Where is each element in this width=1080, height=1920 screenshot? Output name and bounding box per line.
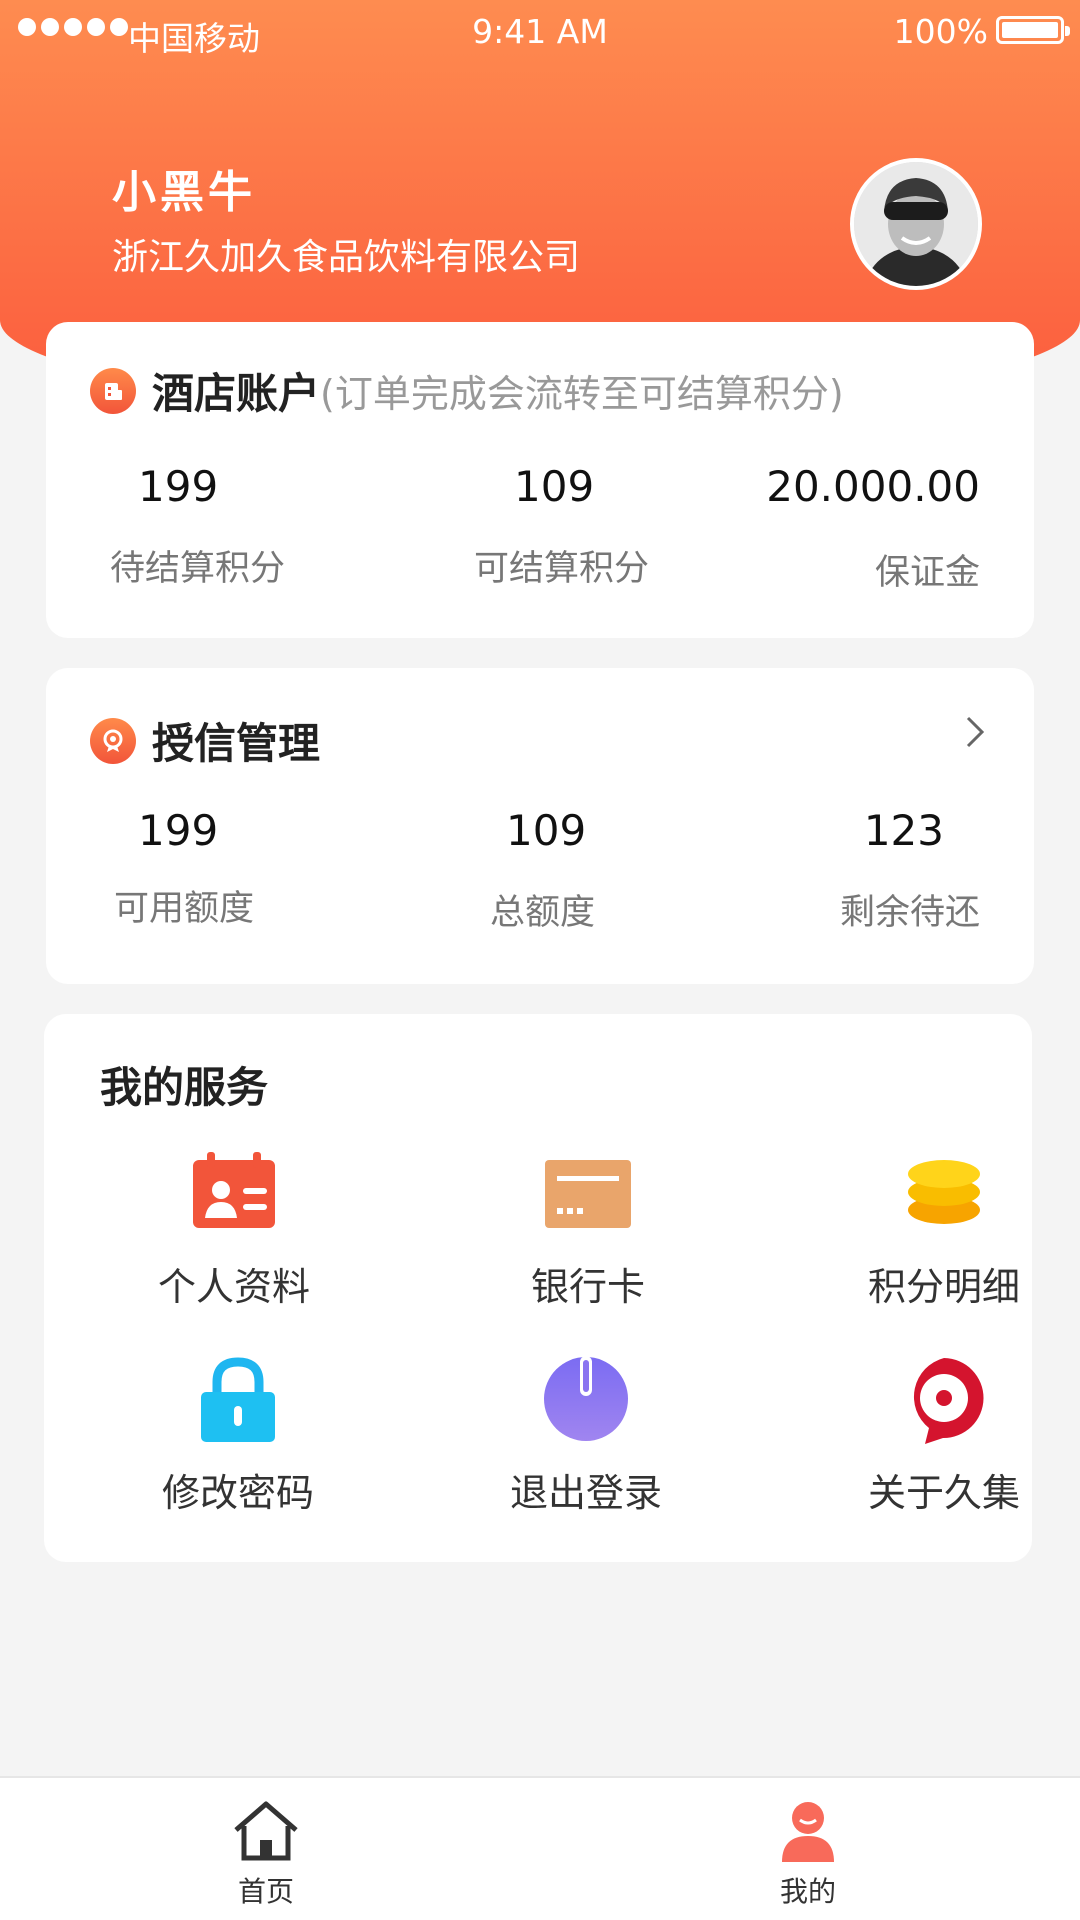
service-change-password-label: 修改密码 — [161, 1471, 314, 1515]
service-points-detail-label: 积分明细 — [867, 1265, 1020, 1309]
total-credit-label: 总额度 — [490, 893, 596, 933]
service-bank-card[interactable]: 银行卡 — [458, 1148, 718, 1311]
hotel-account-header: 酒店账户 (订单完成会流转至可结算积分) — [90, 360, 844, 421]
hotel-account-subtitle: (订单完成会流转至可结算积分) — [320, 372, 844, 416]
total-credit-value: 109 — [506, 806, 587, 855]
service-profile-label: 个人资料 — [157, 1265, 310, 1309]
service-change-password[interactable]: 修改密码 — [108, 1354, 368, 1517]
tab-home-label: 首页 — [237, 1875, 294, 1908]
service-about-label: 关于久集 — [867, 1471, 1020, 1515]
service-points-detail[interactable]: 积分明细 — [814, 1148, 1074, 1311]
tab-mine[interactable]: 我的 — [708, 1798, 908, 1910]
chevron-right-icon[interactable] — [964, 714, 986, 754]
badge-icon — [90, 717, 136, 764]
user-icon — [772, 1798, 844, 1864]
avatar-photo — [854, 162, 978, 286]
bottom-tab-bar: 首页 我的 — [0, 1776, 1080, 1920]
deposit-value: 20.000.00 — [766, 462, 980, 511]
pending-points-label: 待结算积分 — [110, 549, 286, 589]
outstanding-value: 123 — [863, 806, 944, 855]
company-name: 浙江久加久食品饮料有限公司 — [112, 237, 581, 278]
credit-management-card[interactable]: 授信管理 199 可用额度 109 总额度 123 剩余待还 — [46, 668, 1034, 984]
status-bar: 中国移动 9:41 AM 100% — [0, 0, 1080, 64]
settleable-points-label: 可结算积分 — [474, 549, 650, 589]
lock-icon — [193, 1354, 283, 1444]
outstanding-label: 剩余待还 — [839, 893, 980, 933]
hotel-account-card: 酒店账户 (订单完成会流转至可结算积分) 199 待结算积分 109 可结算积分… — [46, 322, 1034, 638]
service-about[interactable]: 关于久集 — [814, 1354, 1074, 1517]
id-card-icon — [189, 1148, 279, 1238]
settleable-points-value: 109 — [514, 462, 595, 511]
service-logout[interactable]: 退出登录 — [456, 1354, 716, 1517]
available-credit-label: 可用额度 — [114, 889, 255, 929]
service-profile[interactable]: 个人资料 — [104, 1148, 364, 1311]
my-services-title: 我的服务 — [100, 1063, 269, 1112]
building-icon — [90, 367, 136, 414]
available-credit-value: 199 — [138, 806, 219, 855]
avatar[interactable] — [850, 158, 982, 290]
tab-mine-label: 我的 — [779, 1875, 836, 1908]
pending-points-value: 199 — [138, 462, 219, 511]
power-icon — [541, 1354, 631, 1444]
credit-management-title: 授信管理 — [152, 719, 321, 768]
deposit-label: 保证金 — [874, 553, 980, 593]
bank-card-icon — [543, 1148, 633, 1238]
battery-icon — [996, 16, 1070, 44]
service-bank-card-label: 银行卡 — [530, 1265, 645, 1309]
battery-percentage: 100% — [893, 12, 988, 51]
home-icon — [230, 1798, 302, 1864]
credit-management-header: 授信管理 — [90, 710, 320, 771]
user-name: 小黑牛 — [112, 167, 256, 218]
service-logout-label: 退出登录 — [509, 1471, 662, 1515]
tab-home[interactable]: 首页 — [166, 1798, 366, 1910]
location-pin-icon — [899, 1354, 989, 1444]
my-services-card: 我的服务 个人资料 银行卡 积分明细 修改密码 退出登录 关于久集 — [44, 1014, 1032, 1562]
hotel-account-title: 酒店账户 — [152, 369, 321, 418]
coins-icon — [899, 1148, 989, 1238]
